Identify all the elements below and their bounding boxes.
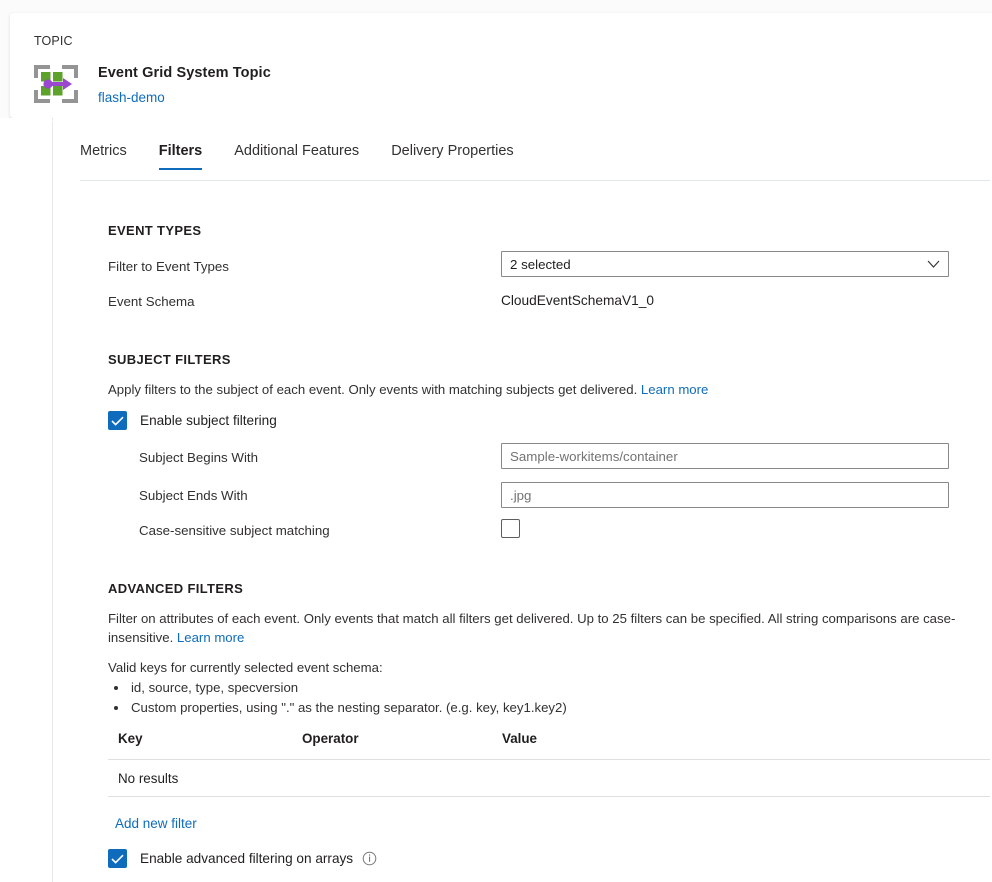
valid-keys-intro: Valid keys for currently selected event … <box>108 659 383 678</box>
column-header-key: Key <box>108 731 302 746</box>
label-event-schema: Event Schema <box>108 294 194 309</box>
column-header-value: Value <box>502 731 922 746</box>
subject-filters-learn-more-link[interactable]: Learn more <box>641 382 708 397</box>
info-icon[interactable] <box>362 851 377 866</box>
enable-advanced-filtering-on-arrays-label: Enable advanced filtering on arrays <box>140 851 353 866</box>
advanced-filters-description: Filter on attributes of each event. Only… <box>108 610 992 647</box>
event-grid-topic-icon <box>28 58 84 110</box>
list-item: Custom properties, using "." as the nest… <box>129 698 567 718</box>
list-item: id, source, type, specversion <box>129 678 567 698</box>
label-subject-begins-with: Subject Begins With <box>139 450 258 465</box>
enable-advanced-filtering-on-arrays-checkbox[interactable] <box>108 849 127 868</box>
label-case-sensitive-subject-matching: Case-sensitive subject matching <box>139 523 330 538</box>
tab-bar: Metrics Filters Additional Features Deli… <box>80 143 546 181</box>
section-title-event-types: EVENT TYPES <box>108 223 201 238</box>
filter-to-event-types-dropdown[interactable]: 2 selected <box>501 251 949 277</box>
subject-begins-with-input[interactable] <box>501 443 949 469</box>
left-rail <box>0 118 52 882</box>
tab-metrics[interactable]: Metrics <box>80 143 127 170</box>
topic-kicker: TOPIC <box>34 34 73 48</box>
label-subject-ends-with: Subject Ends With <box>139 488 248 503</box>
enable-subject-filtering-label: Enable subject filtering <box>140 413 277 428</box>
tab-filters[interactable]: Filters <box>159 143 203 170</box>
table-header-row: Key Operator Value <box>108 731 990 759</box>
case-sensitive-subject-matching-checkbox[interactable] <box>501 519 520 538</box>
label-filter-to-event-types: Filter to Event Types <box>108 259 229 274</box>
tab-additional-features[interactable]: Additional Features <box>234 143 359 170</box>
advanced-filters-table: Key Operator Value No results <box>108 731 990 797</box>
filter-to-event-types-value: 2 selected <box>502 257 918 272</box>
advanced-filters-learn-more-link[interactable]: Learn more <box>177 630 244 645</box>
section-title-advanced-filters: ADVANCED FILTERS <box>108 581 243 596</box>
subject-filters-description: Apply filters to the subject of each eve… <box>108 381 988 400</box>
section-title-subject-filters: SUBJECT FILTERS <box>108 352 231 367</box>
enable-advanced-filtering-on-arrays-row[interactable]: Enable advanced filtering on arrays <box>108 849 377 868</box>
add-new-filter-link[interactable]: Add new filter <box>115 816 197 831</box>
column-header-operator: Operator <box>302 731 502 746</box>
page-title: Event Grid System Topic <box>98 65 271 81</box>
topic-header-card: TOPIC Event Grid System Topic flash-demo <box>10 13 992 118</box>
page-root: TOPIC Event Grid System Topic flash-demo <box>0 0 992 882</box>
content-pane: Metrics Filters Additional Features Deli… <box>53 118 992 882</box>
enable-subject-filtering-row[interactable]: Enable subject filtering <box>108 411 277 430</box>
table-empty-text: No results <box>108 771 302 786</box>
tab-bar-underline <box>80 180 990 181</box>
subject-ends-with-input[interactable] <box>501 482 949 508</box>
value-event-schema: CloudEventSchemaV1_0 <box>501 293 654 308</box>
chevron-down-icon <box>918 260 948 269</box>
table-empty-row: No results <box>108 760 990 796</box>
tab-delivery-properties[interactable]: Delivery Properties <box>391 143 514 170</box>
topic-resource-link[interactable]: flash-demo <box>98 90 165 105</box>
case-sensitive-subject-matching-row[interactable] <box>501 519 520 538</box>
enable-subject-filtering-checkbox[interactable] <box>108 411 127 430</box>
subject-filters-description-text: Apply filters to the subject of each eve… <box>108 382 637 397</box>
valid-keys-list: id, source, type, specversion Custom pro… <box>108 678 567 718</box>
table-rule-bottom <box>108 796 990 797</box>
